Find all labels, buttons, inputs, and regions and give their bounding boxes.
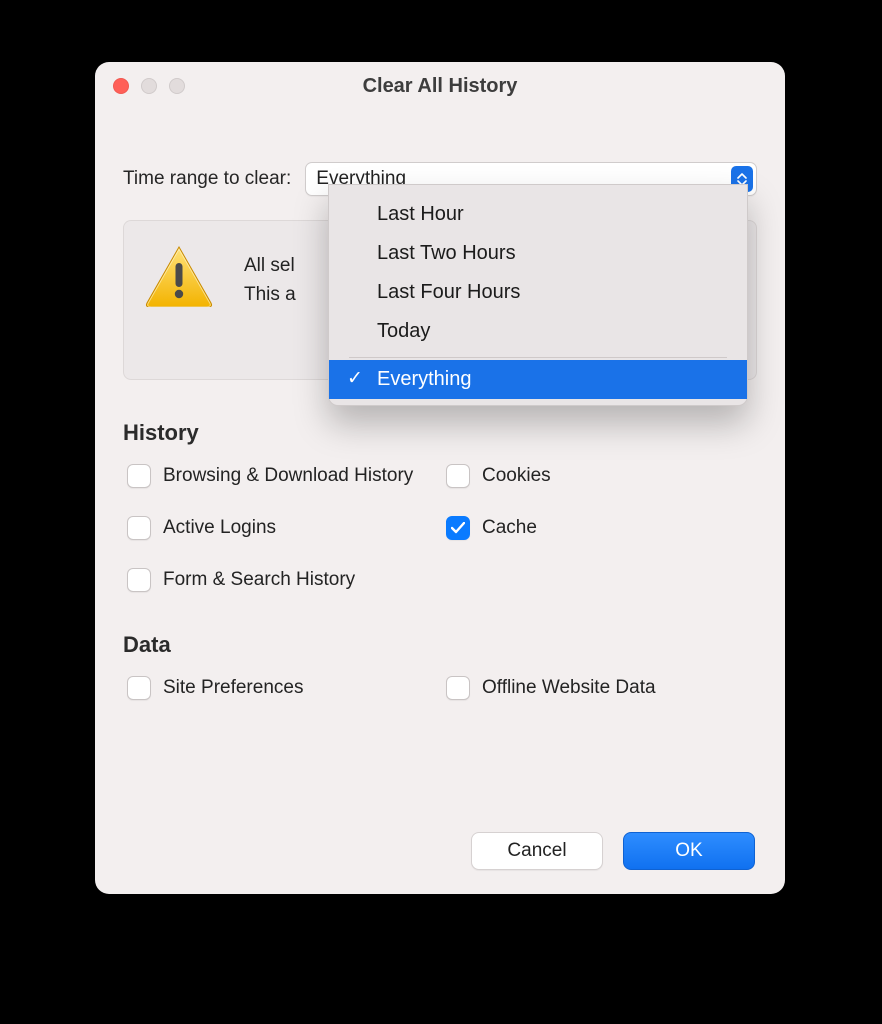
menu-item-everything[interactable]: Everything [329,360,747,399]
minimize-window-icon[interactable] [141,78,157,94]
menu-item-last-hour[interactable]: Last Hour [329,195,747,234]
time-range-menu[interactable]: Last Hour Last Two Hours Last Four Hours… [328,184,748,406]
data-checkboxes: Site Preferences Offline Website Data [123,676,757,700]
checkbox-label: Active Logins [163,517,276,539]
close-window-icon[interactable] [113,78,129,94]
menu-item-last-four-hours[interactable]: Last Four Hours [329,273,747,312]
time-range-label: Time range to clear: [123,168,291,190]
checkbox-label: Site Preferences [163,677,303,699]
clear-history-dialog: Clear All History Time range to clear: E… [95,62,785,894]
warning-text: All sel This a [244,245,296,310]
section-title-data: Data [123,632,757,658]
warning-line-1: All sel [244,251,296,280]
checkbox-browsing-history[interactable]: Browsing & Download History [127,464,438,488]
checkbox-active-logins[interactable]: Active Logins [127,516,438,540]
checkbox-site-preferences[interactable]: Site Preferences [127,676,438,700]
warning-line-2: This a [244,280,296,309]
checkbox-label: Browsing & Download History [163,465,413,487]
warning-icon [144,245,214,307]
checkbox-box [446,676,470,700]
checkbox-cache[interactable]: Cache [446,516,757,540]
checkbox-box [446,464,470,488]
dialog-title: Clear All History [95,62,785,110]
titlebar: Clear All History [95,62,785,110]
ok-button[interactable]: OK [623,832,755,870]
window-controls [113,78,185,94]
menu-separator [349,357,727,358]
checkbox-label: Form & Search History [163,569,355,591]
checkbox-box [127,568,151,592]
checkbox-form-search-history[interactable]: Form & Search History [127,568,438,592]
history-checkboxes: Browsing & Download History Cookies Acti… [123,464,757,592]
checkbox-offline-website-data[interactable]: Offline Website Data [446,676,757,700]
menu-item-last-two-hours[interactable]: Last Two Hours [329,234,747,273]
checkbox-label: Cache [482,517,537,539]
section-title-history: History [123,420,757,446]
checkbox-box [127,516,151,540]
checkbox-box [127,464,151,488]
checkbox-label: Offline Website Data [482,677,656,699]
checkbox-cookies[interactable]: Cookies [446,464,757,488]
checkbox-box [127,676,151,700]
menu-item-today[interactable]: Today [329,312,747,351]
checkbox-box [446,516,470,540]
cancel-button[interactable]: Cancel [471,832,603,870]
zoom-window-icon[interactable] [169,78,185,94]
dialog-footer: Cancel OK [471,832,755,870]
checkbox-label: Cookies [482,465,551,487]
